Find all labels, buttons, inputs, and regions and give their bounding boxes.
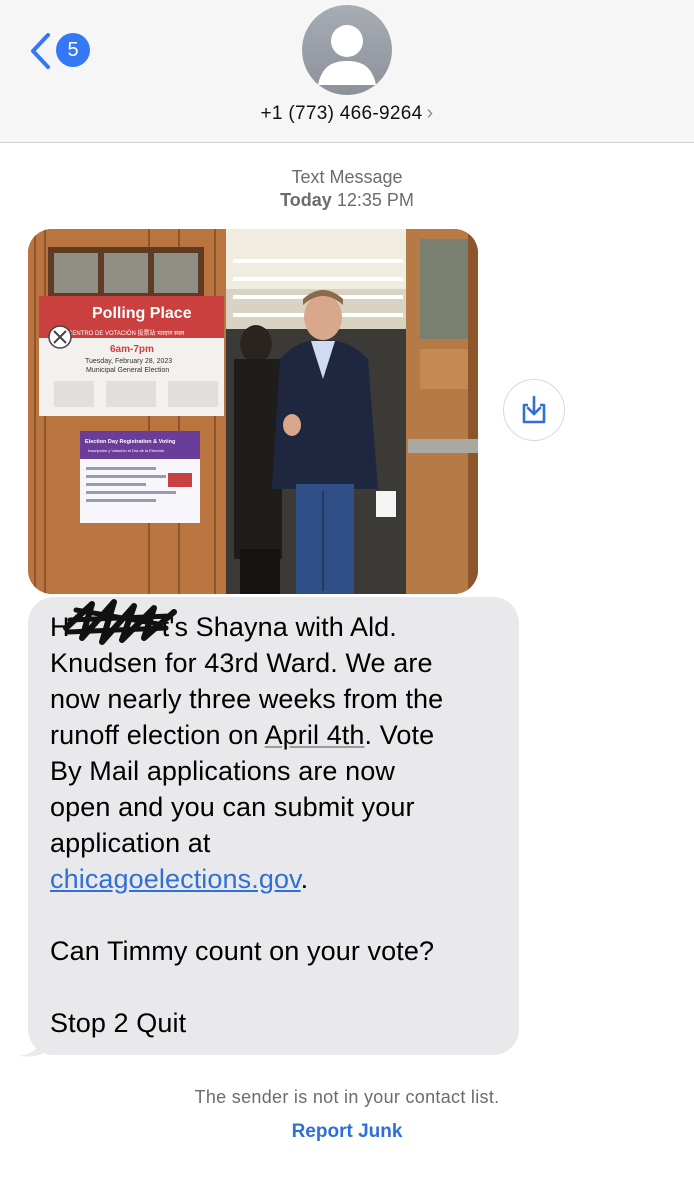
message-line: application at xyxy=(50,828,211,858)
runoff-date-detected[interactable]: April 4th xyxy=(265,720,365,750)
contact-number: +1 (773) 466-9264 xyxy=(260,103,423,124)
message-service-label: Text Message xyxy=(291,167,403,187)
bubble-tail xyxy=(20,1030,52,1057)
message-timestamp: Today 12:35 PM xyxy=(0,190,694,211)
message-line: By Mail applications are now xyxy=(50,756,395,786)
sign-election: Municipal General Election xyxy=(86,367,169,374)
timestamp-day: Today xyxy=(280,190,332,210)
message-line: open and you can submit your xyxy=(50,792,415,822)
contact-avatar[interactable] xyxy=(302,5,392,95)
redaction-scribble xyxy=(63,599,177,645)
chicagoelections-link[interactable]: chicagoelections.gov xyxy=(50,864,301,894)
sign-date: Tuesday, February 28, 2023 xyxy=(85,358,172,365)
message-line: chicagoelections.gov. xyxy=(50,861,510,897)
sign-hours: 6am-7pm xyxy=(110,344,154,355)
message-text-segment: . Vote xyxy=(364,720,435,750)
message-line: Stop 2 Quit xyxy=(50,1008,187,1038)
image-attachment[interactable]: Polling Place CENTRO DE VOTACIÓN 投票站 मतद… xyxy=(28,229,478,594)
message-greeting-rest: t's Shayna with Ald. xyxy=(161,612,397,642)
contact-avatar-icon xyxy=(318,25,376,85)
message-line: Can Timmy count on your vote? xyxy=(50,936,435,966)
sign-subtitle: CENTRO DE VOTACIÓN 投票站 मतदान स्थल xyxy=(68,329,185,337)
message-line: Knudsen for 43rd Ward. We are xyxy=(50,648,433,678)
polling-place-photo: Polling Place CENTRO DE VOTACIÓN 投票站 मतद… xyxy=(28,229,478,594)
chevron-right-icon: › xyxy=(426,102,434,124)
unread-count-badge: 5 xyxy=(56,33,90,67)
timestamp-time: 12:35 PM xyxy=(336,190,414,210)
notice-subtitle: Inscripción y Votación el Día de la Elec… xyxy=(88,448,164,453)
message-text-segment: . xyxy=(300,864,309,894)
sign-title: Polling Place xyxy=(92,305,192,322)
unknown-sender-note: The sender is not in your contact list. xyxy=(194,1087,500,1107)
back-button[interactable]: 5 xyxy=(24,30,94,70)
conversation-header: 5 +1 (773) 466-9264 › xyxy=(0,0,694,143)
save-image-button[interactable] xyxy=(503,379,565,441)
message-line: now nearly three weeks from the xyxy=(50,684,444,714)
report-junk-button[interactable]: Report Junk xyxy=(0,1121,694,1143)
message-text: Ht's Shayna with Ald. Knudsen for 43rd W… xyxy=(50,609,510,1041)
back-chevron-icon xyxy=(31,33,50,69)
notice-title: Election Day Registration & Voting xyxy=(85,439,175,445)
contact-details-link[interactable]: +1 (773) 466-9264 › xyxy=(0,102,694,125)
message-text-segment: runoff election on xyxy=(50,720,265,750)
save-download-icon xyxy=(522,395,546,424)
message-line: runoff election on April 4th. Vote xyxy=(50,717,510,753)
